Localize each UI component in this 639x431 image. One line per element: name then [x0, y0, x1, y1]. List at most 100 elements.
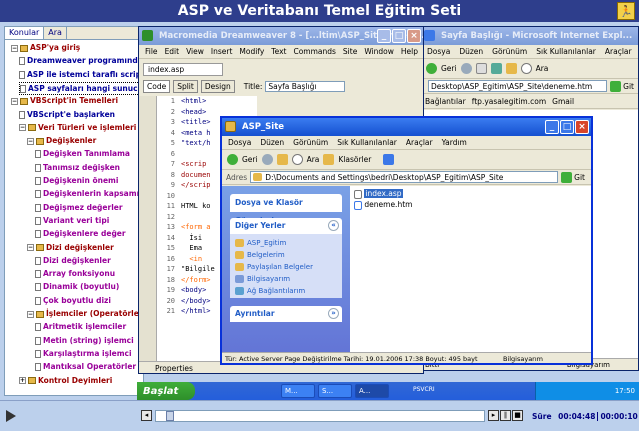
ie-go-label[interactable]: Git — [623, 82, 634, 91]
ie-link-ftp[interactable]: ftp.yasalegitim.com — [472, 97, 546, 106]
go-arrow-icon[interactable] — [561, 171, 573, 183]
back-arrow-icon[interactable] — [426, 63, 437, 74]
dw-menu-file[interactable]: File — [145, 47, 158, 56]
taskbar-button-explorer[interactable]: A... — [355, 384, 389, 398]
task-details-header[interactable]: Ayrıntılar » — [230, 306, 342, 322]
dw-maximize-button[interactable]: □ — [392, 29, 406, 43]
up-folder-icon[interactable] — [276, 154, 288, 165]
stop-icon[interactable]: ■ — [512, 410, 523, 421]
progress-slider[interactable] — [155, 410, 485, 422]
toc-page-item[interactable]: Metin (string) işlemci — [35, 335, 134, 346]
exp-menu-duzen[interactable]: Düzen — [260, 138, 284, 147]
toc-page-item[interactable]: Çok boyutlu dizi — [35, 295, 111, 306]
home-icon[interactable] — [505, 63, 517, 74]
expand-toggle-icon[interactable]: − — [11, 97, 18, 105]
exp-go-label[interactable]: Git — [574, 173, 585, 182]
dw-split-view-button[interactable]: Split — [173, 79, 198, 93]
dw-menu-insert[interactable]: Insert — [211, 47, 233, 56]
exp-menu-araclar[interactable]: Araçlar — [406, 138, 433, 147]
dw-code-view-button[interactable]: Code — [143, 79, 171, 93]
task-file-folder-header[interactable]: Dosya ve Klasör Görevleri — [230, 194, 342, 225]
ie-search-label[interactable]: Ara — [536, 64, 549, 73]
forward-icon[interactable]: ▸ — [488, 410, 499, 421]
dw-menu-commands[interactable]: Commands — [293, 47, 335, 56]
toc-page-item[interactable]: Dreamweaver programında çalışma — [19, 55, 143, 66]
toc-page-item[interactable]: Karşılaştırma işlemci — [35, 348, 132, 359]
explorer-maximize-button[interactable]: □ — [560, 120, 574, 134]
forward-arrow-icon[interactable] — [261, 154, 273, 165]
file-item[interactable]: deneme.htm — [354, 199, 412, 210]
dw-menu-text[interactable]: Text — [271, 47, 286, 56]
toc-page-item[interactable]: Değişkenin önemi — [35, 175, 118, 186]
views-icon[interactable] — [383, 154, 395, 165]
toc-book-item[interactable]: − VBScript'in Temelleri — [11, 95, 118, 106]
stop-icon[interactable] — [475, 63, 487, 74]
exp-menu-dosya[interactable]: Dosya — [228, 138, 251, 147]
toc-page-item[interactable]: Değişmez değerler — [35, 202, 123, 213]
taskbar-button-dreamweaver[interactable]: M... — [281, 384, 315, 398]
dw-menu-view[interactable]: View — [186, 47, 204, 56]
toc-page-item[interactable]: Değişken Tanımlama — [35, 148, 130, 159]
expand-chevron-icon[interactable]: » — [328, 308, 339, 319]
exp-search-label[interactable]: Ara — [307, 155, 320, 164]
go-arrow-icon[interactable] — [610, 80, 622, 92]
ie-link-gmail[interactable]: Gmail — [552, 97, 574, 106]
collapse-chevron-icon[interactable]: « — [328, 220, 339, 231]
toc-page-item[interactable]: Dizi değişkenler — [35, 255, 111, 266]
toc-book-item[interactable]: − Veri Türleri ve işlemleri — [19, 122, 136, 133]
toc-page-item[interactable]: Variant veri tipi — [35, 215, 109, 226]
expand-toggle-icon[interactable]: + — [19, 377, 26, 384]
toc-book-item[interactable]: − Değişkenler — [27, 135, 96, 146]
tab-konular[interactable]: Konular — [5, 27, 45, 39]
toc-page-item[interactable]: Değişkenlere değer — [35, 228, 126, 239]
dw-menu-window[interactable]: Window — [364, 47, 394, 56]
exp-back-label[interactable]: Geri — [242, 155, 258, 164]
ie-menu-duzen[interactable]: Düzen — [459, 47, 483, 56]
explorer-title-bar[interactable]: ASP_Site _ □ × — [222, 118, 591, 136]
rewind-icon[interactable]: ◂ — [141, 410, 152, 421]
dw-minimize-button[interactable]: _ — [377, 29, 391, 43]
toc-page-item[interactable]: ASP ile istemci taraflı scriptler — [19, 69, 143, 80]
dw-title-input[interactable]: Sayfa Başlığı — [265, 80, 346, 92]
ie-address-input[interactable]: Desktop\ASP_Egitim\ASP_Site\deneme.htm — [428, 80, 608, 92]
toc-book-item[interactable]: − Dizi değişkenler — [27, 242, 114, 253]
file-item[interactable]: index.asp — [354, 188, 403, 199]
ie-title-bar[interactable]: Sayfa Başlığı - Microsoft Internet Expl.… — [421, 27, 638, 45]
other-place-link[interactable]: Belgelerim — [235, 249, 342, 261]
dw-design-view-button[interactable]: Design — [200, 79, 235, 93]
search-icon[interactable] — [520, 63, 532, 74]
toc-page-item[interactable]: Array fonksiyonu — [35, 268, 115, 279]
expand-toggle-icon[interactable]: − — [27, 244, 34, 251]
expand-toggle-icon[interactable]: − — [27, 137, 34, 145]
folders-icon[interactable] — [323, 154, 335, 165]
other-place-link[interactable]: Bilgisayarım — [235, 273, 342, 285]
explorer-minimize-button[interactable]: _ — [545, 120, 559, 134]
dw-doc-tab[interactable]: index.asp — [143, 63, 223, 76]
exp-menu-gorunum[interactable]: Görünüm — [293, 138, 328, 147]
other-place-link[interactable]: ASP_Egitim — [235, 237, 342, 249]
dw-menu-site[interactable]: Site — [343, 47, 357, 56]
refresh-icon[interactable] — [490, 63, 502, 74]
ie-menu-gorunum[interactable]: Görünüm — [492, 47, 527, 56]
dw-close-button[interactable]: × — [407, 29, 421, 43]
taskbar-button-ie[interactable]: S... — [318, 384, 352, 398]
ie-menu-dosya[interactable]: Dosya — [427, 47, 450, 56]
forward-arrow-icon[interactable] — [460, 63, 472, 74]
toc-page-item[interactable]: Mantıksal Operatörler — [35, 361, 136, 372]
task-other-places-header[interactable]: Diğer Yerler « — [230, 218, 342, 234]
tab-ara[interactable]: Ara — [44, 27, 67, 39]
exit-icon[interactable]: 🏃 — [617, 2, 635, 20]
slider-thumb[interactable] — [165, 411, 174, 421]
other-place-link[interactable]: Paylaşılan Belgeler — [235, 261, 342, 273]
toc-page-item[interactable]: Dinamik (boyutlu) — [35, 281, 119, 292]
dw-menu-edit[interactable]: Edit — [165, 47, 180, 56]
ie-menu-araclar[interactable]: Araçlar — [605, 47, 632, 56]
expand-toggle-icon[interactable]: − — [19, 124, 26, 132]
play-icon[interactable] — [6, 410, 16, 422]
toc-book-item[interactable]: − İşlemciler (Operatörler) — [27, 308, 143, 319]
other-place-link[interactable]: Ağ Bağlantılarım — [235, 285, 342, 297]
toc-book-item[interactable]: + Kontrol Deyimleri — [19, 375, 112, 386]
back-arrow-icon[interactable] — [227, 154, 238, 165]
expand-toggle-icon[interactable]: − — [27, 310, 34, 318]
exp-menu-yardim[interactable]: Yardım — [442, 138, 467, 147]
